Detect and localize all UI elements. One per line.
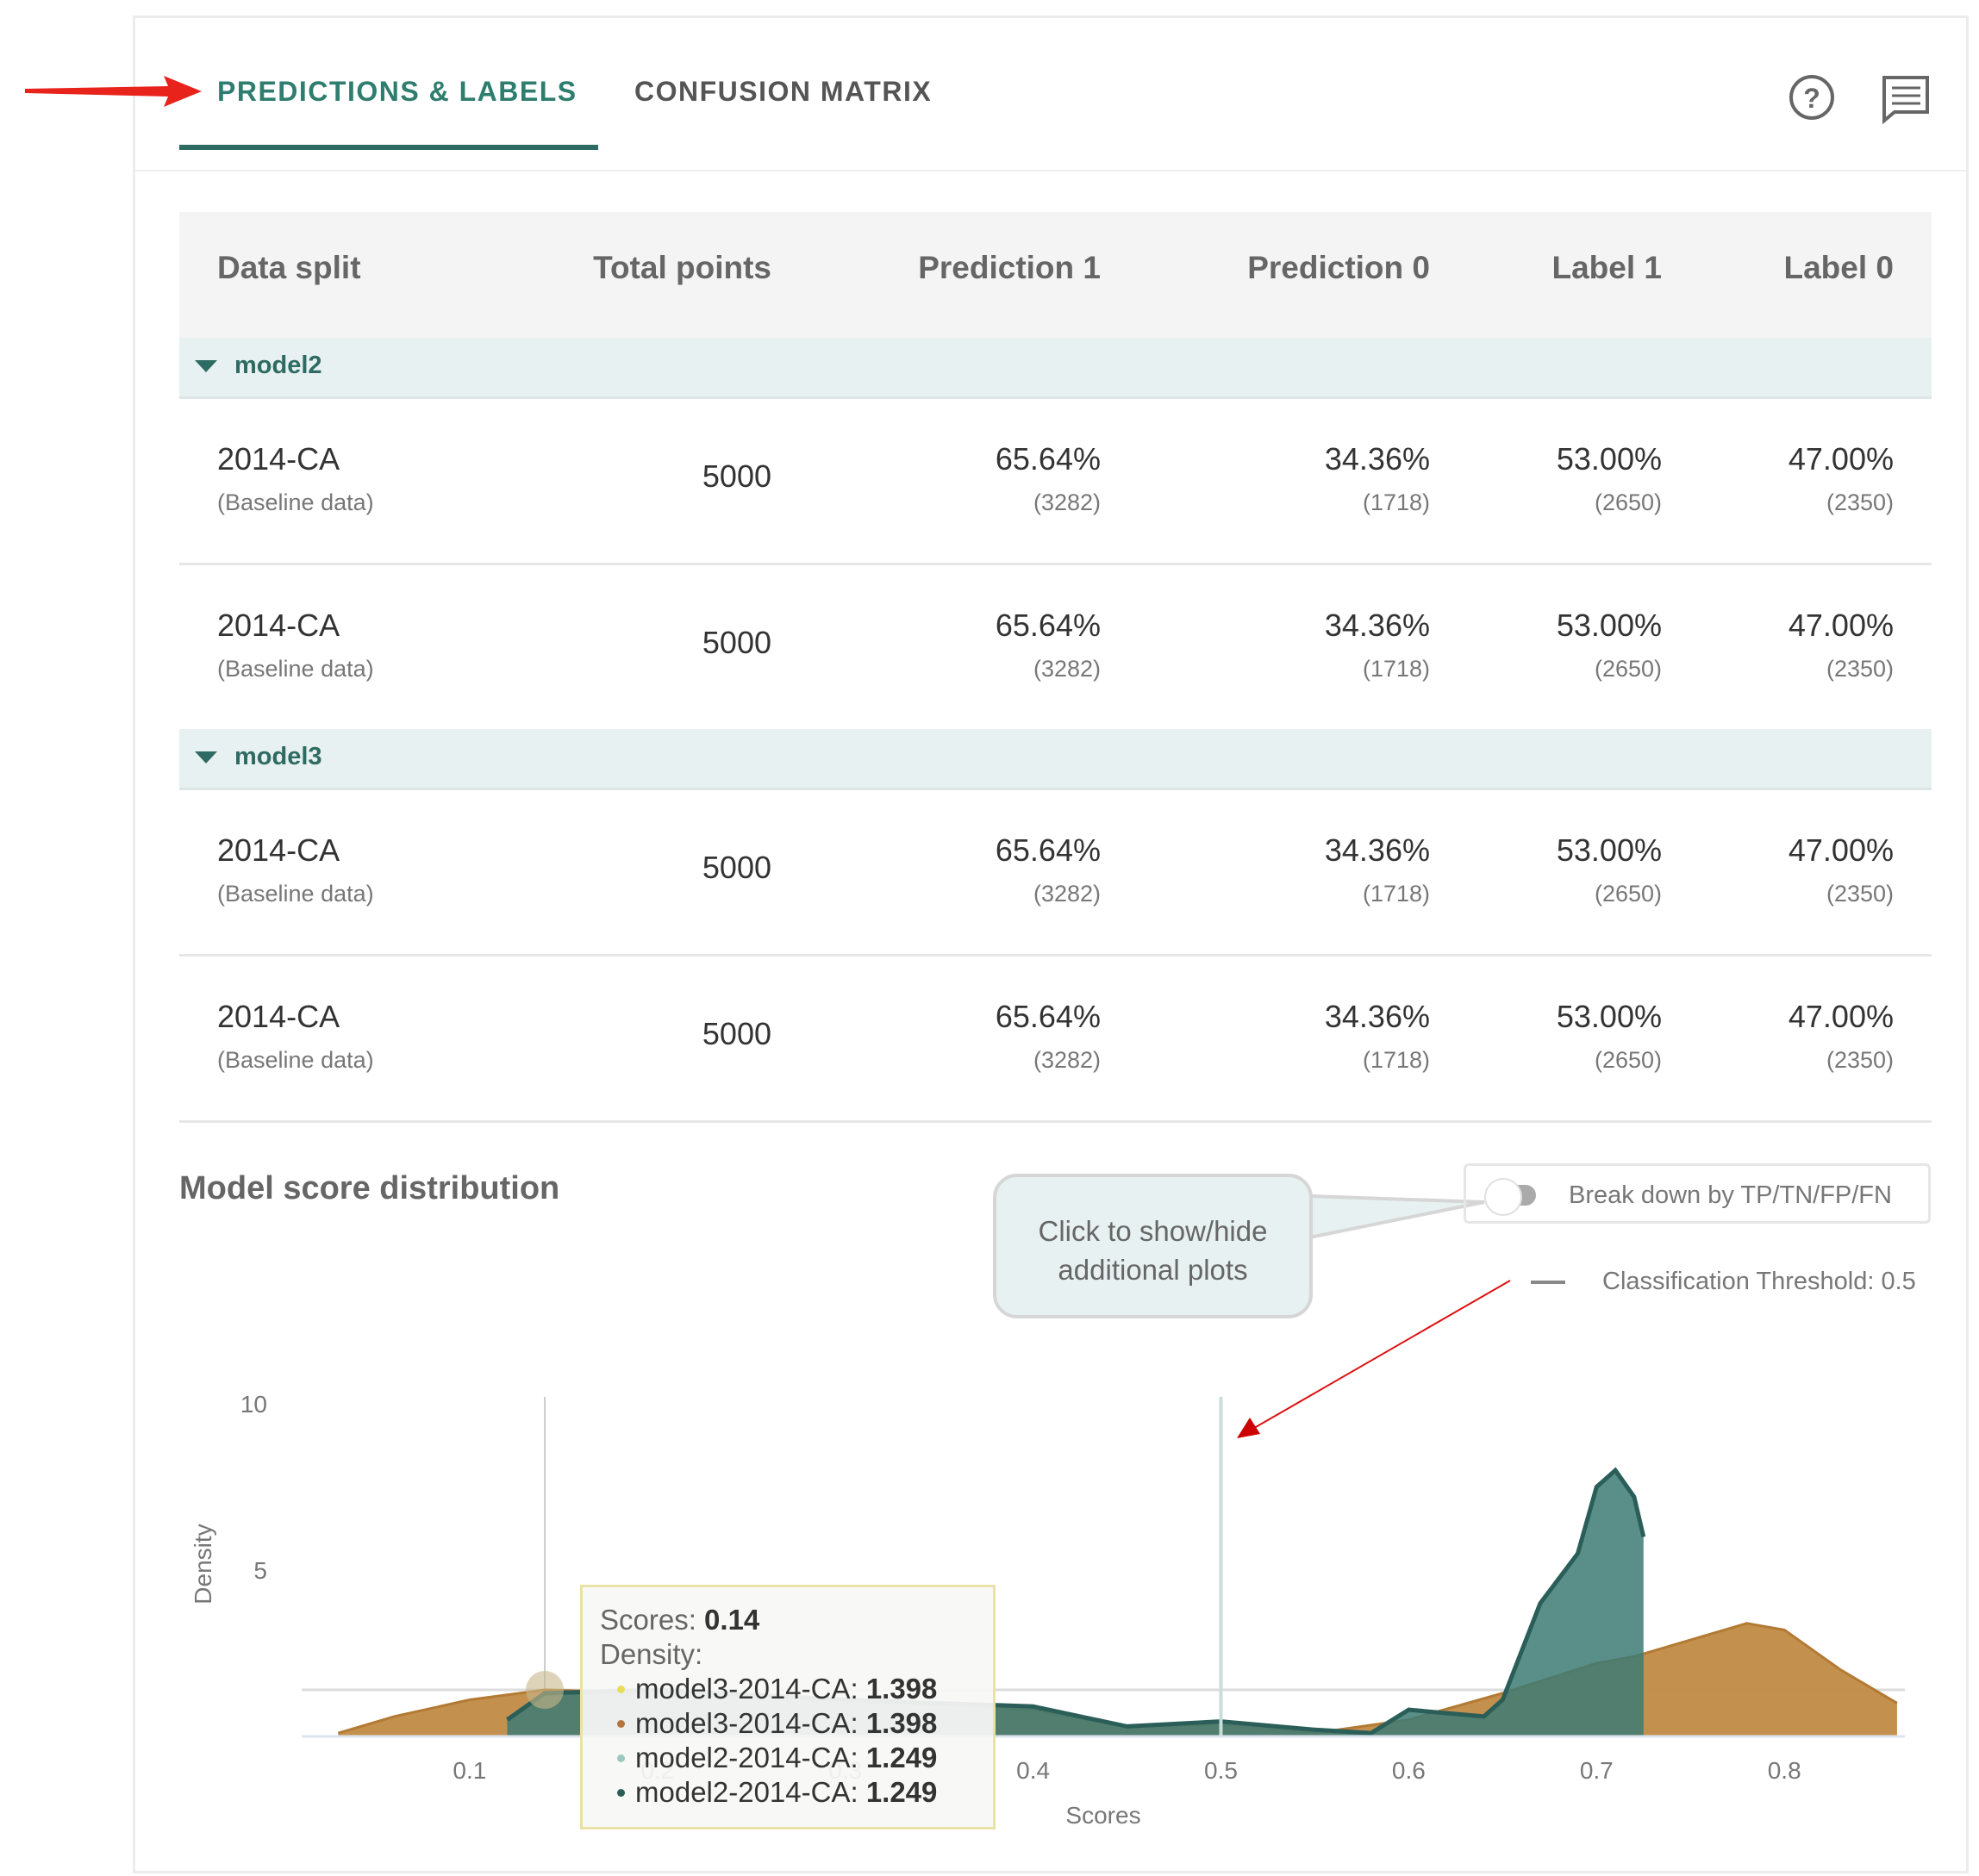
series-dot-icon — [617, 1686, 625, 1693]
tooltip-item: model3-2014-CA: 1.398 — [600, 1706, 976, 1741]
tooltip-series-value: 1.249 — [865, 1776, 938, 1808]
tooltip-item: model2-2014-CA: 1.249 — [600, 1775, 976, 1810]
x-tick-label: 0.8 — [1768, 1757, 1801, 1784]
breakdown-toggle-label[interactable]: Break down by TP/TN/FP/FN — [1569, 1181, 1892, 1210]
hover-marker — [526, 1671, 565, 1710]
x-axis-label: Scores — [1065, 1802, 1140, 1829]
chart-tooltip: Scores: 0.14 Density: model3-2014-CA: 1.… — [580, 1585, 996, 1829]
breakdown-toggle-knob[interactable] — [1484, 1178, 1522, 1216]
x-tick-label: 0.5 — [1204, 1757, 1238, 1784]
tooltip-scores-value: 0.14 — [704, 1604, 760, 1636]
callout-pointer — [1308, 1194, 1485, 1240]
tooltip-series-name: model3-2014-CA: — [635, 1707, 858, 1739]
tooltip-series-name: model3-2014-CA: — [635, 1673, 858, 1705]
series-dot-icon — [617, 1789, 625, 1797]
tooltip-density-label: Density: — [600, 1638, 703, 1670]
threshold-legend-label: Classification Threshold: 0.5 — [1602, 1268, 1916, 1295]
tooltip-series-value: 1.398 — [865, 1707, 938, 1739]
x-tick-label: 0.4 — [1016, 1757, 1050, 1784]
x-tick-label: 0.7 — [1580, 1757, 1614, 1784]
callout-annotation: Click to show/hide additional plots — [993, 1174, 1313, 1318]
y-tick-label: 5 — [253, 1557, 267, 1584]
y-tick-label: 10 — [240, 1391, 267, 1418]
x-tick-label: 0.1 — [453, 1757, 486, 1784]
tooltip-item: model2-2014-CA: 1.249 — [600, 1741, 976, 1775]
tooltip-series-value: 1.249 — [865, 1742, 938, 1773]
tooltip-scores-label: Scores: — [600, 1604, 696, 1636]
tooltip-series-name: model2-2014-CA: — [635, 1776, 858, 1808]
red-arrowhead — [1237, 1418, 1260, 1438]
tooltip-series-value: 1.398 — [865, 1673, 938, 1705]
threshold-legend-line — [1531, 1281, 1565, 1284]
x-tick-label: 0.6 — [1392, 1757, 1426, 1784]
tooltip-series-name: model2-2014-CA: — [635, 1742, 858, 1773]
series-dot-icon — [617, 1720, 625, 1728]
series-dot-icon — [617, 1754, 625, 1762]
tooltip-item: model3-2014-CA: 1.398 — [600, 1672, 976, 1706]
y-axis-label: Density — [190, 1524, 216, 1604]
